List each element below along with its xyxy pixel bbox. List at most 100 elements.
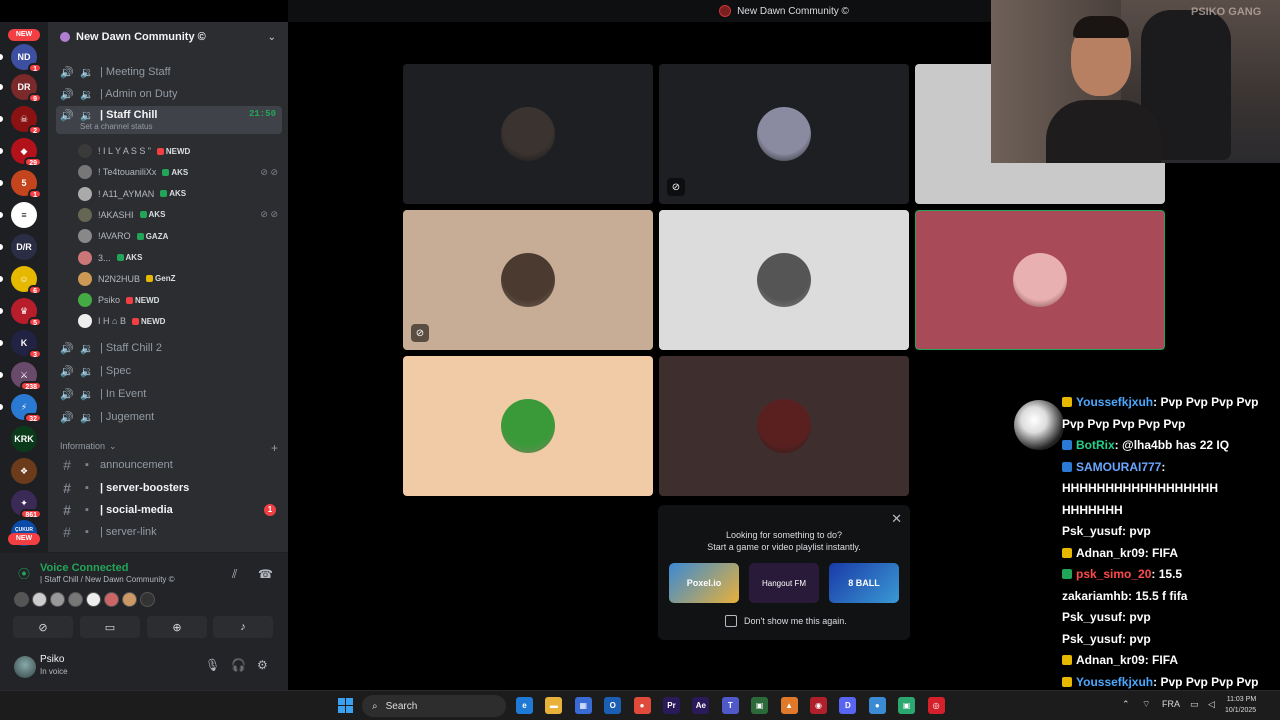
disconnect-icon[interactable]: ☎ bbox=[258, 567, 273, 581]
text-channel[interactable]: # ▪ announcement bbox=[56, 455, 282, 475]
taskbar-app-icon[interactable]: O bbox=[604, 697, 622, 714]
dont-show-checkbox[interactable] bbox=[725, 615, 737, 627]
headphones-icon[interactable]: 🎧 bbox=[231, 658, 246, 672]
voice-connected-title[interactable]: Voice Connected bbox=[40, 562, 128, 574]
server-icon-0[interactable]: ND 1 bbox=[11, 44, 42, 73]
server-header[interactable]: New Dawn Community © ⌄ bbox=[48, 22, 288, 52]
voice-channel-active[interactable]: 🔊 🔉 | Staff Chill 21:50 Set a channel status bbox=[56, 106, 282, 134]
server-icon-2[interactable]: ☠ 2 bbox=[11, 106, 42, 135]
user-name[interactable]: Psiko bbox=[40, 654, 64, 665]
taskbar-app-icon[interactable]: ◉ bbox=[810, 697, 827, 714]
avatar[interactable] bbox=[68, 592, 83, 607]
video-tile[interactable] bbox=[659, 356, 909, 496]
taskbar-app-icon[interactable]: ▦ bbox=[574, 697, 592, 714]
avatar[interactable] bbox=[86, 592, 101, 607]
server-icon-12[interactable]: KRK bbox=[11, 426, 37, 452]
server-icon-8[interactable]: ♛ 5 bbox=[11, 298, 42, 327]
server-icon-10[interactable]: ⚔ 238 bbox=[11, 362, 42, 391]
taskbar-app-icon[interactable]: T bbox=[721, 697, 739, 714]
server-icon-1[interactable]: DR 9 bbox=[11, 74, 42, 103]
chevron-down-icon[interactable]: ⌄ bbox=[268, 32, 276, 43]
server-icon-7[interactable]: ☺ 6 bbox=[11, 266, 42, 295]
taskbar-search[interactable]: ⌕ Search bbox=[362, 695, 506, 717]
video-tile[interactable] bbox=[403, 64, 653, 204]
voice-member[interactable]: !AVARO GAZA bbox=[78, 227, 278, 245]
voice-channel[interactable]: 🔊 🔉 | Spec bbox=[56, 361, 282, 381]
taskbar-app-icon[interactable]: e bbox=[516, 697, 533, 714]
gear-icon[interactable]: ⚙ bbox=[257, 658, 268, 672]
text-channel[interactable]: # ▪ | social-media 1 bbox=[56, 500, 282, 520]
voice-member[interactable]: ! I L Y A S S ” NEWD bbox=[78, 142, 278, 160]
voice-member[interactable]: 3... AKS bbox=[78, 249, 278, 267]
server-icon-9[interactable]: K3 bbox=[11, 330, 42, 359]
voice-channel[interactable]: 🔊 🔉 | Admin on Duty bbox=[56, 84, 282, 104]
activity-card-8ball[interactable]: 8 BALL bbox=[829, 563, 899, 603]
voice-channel[interactable]: 🔊 🔉 | In Event bbox=[56, 384, 282, 404]
camera-off-icon[interactable]: ⊘ bbox=[667, 178, 685, 196]
dont-show-label[interactable]: Don't show me this again. bbox=[744, 616, 847, 626]
voice-channel[interactable]: 🔊 🔉 | Staff Chill 2 bbox=[56, 338, 282, 358]
avatar[interactable] bbox=[140, 592, 155, 607]
taskbar-app-icon[interactable]: ▣ bbox=[898, 697, 916, 714]
video-tile[interactable]: ⊘ bbox=[659, 64, 909, 204]
taskbar-app-icon[interactable]: ▬ bbox=[545, 697, 563, 714]
taskbar-app-icon[interactable]: ▣ bbox=[751, 697, 769, 714]
avatar[interactable] bbox=[104, 592, 119, 607]
taskbar-clock[interactable]: 11:03 PM 10/1/2025 bbox=[1225, 694, 1256, 716]
video-tile[interactable] bbox=[403, 356, 653, 496]
close-icon[interactable]: ✕ bbox=[891, 511, 902, 527]
voice-member[interactable]: Psiko NEWD bbox=[78, 291, 278, 309]
volume-icon[interactable]: ◁ bbox=[1208, 699, 1215, 710]
avatar[interactable] bbox=[14, 656, 36, 678]
voice-channel[interactable]: 🔊 🔉 | Meeting Staff bbox=[56, 62, 282, 82]
channel-status[interactable]: Set a channel status bbox=[80, 122, 153, 131]
voice-member[interactable]: N2N2HUB GenZ bbox=[78, 270, 278, 288]
video-tile[interactable] bbox=[659, 210, 909, 350]
video-tile[interactable]: ⊘ bbox=[403, 210, 653, 350]
chevron-up-icon[interactable]: ⌃ bbox=[1122, 699, 1130, 710]
voice-member[interactable]: ! Te4touaniliXx AKS ⊘ ⊘ bbox=[78, 163, 278, 181]
server-icon-4[interactable]: 51 bbox=[11, 170, 42, 199]
taskbar-app-icon[interactable]: Ae bbox=[692, 697, 710, 714]
voice-member[interactable]: ! A11_AYMAN AKS bbox=[78, 185, 278, 203]
screen-share-button[interactable]: ▭ bbox=[80, 616, 140, 638]
network-icon[interactable]: ⌔ bbox=[1142, 699, 1150, 710]
avatar[interactable] bbox=[50, 592, 65, 607]
taskbar-app-icon[interactable]: Pr bbox=[663, 697, 680, 714]
taskbar-app-icon[interactable]: ◎ bbox=[927, 697, 945, 714]
camera-off-icon[interactable]: ⊘ bbox=[411, 324, 429, 342]
taskbar-app-icon[interactable]: D bbox=[839, 697, 857, 714]
soundboard-button[interactable]: ♪ bbox=[213, 616, 273, 638]
text-channel[interactable]: # ▪ | server-link bbox=[56, 522, 282, 542]
server-icon-13[interactable]: ❖ bbox=[11, 458, 37, 484]
add-channel-icon[interactable]: + bbox=[271, 441, 278, 455]
server-icon-14[interactable]: ✦ 861 bbox=[11, 490, 42, 519]
taskbar-app-icon[interactable]: ● bbox=[868, 697, 886, 714]
video-tile[interactable] bbox=[915, 210, 1165, 350]
activity-button[interactable]: ⊕ bbox=[147, 616, 207, 638]
avatar[interactable] bbox=[122, 592, 137, 607]
voice-channel[interactable]: 🔊 🔉 | Jugement bbox=[56, 407, 282, 427]
camera-button[interactable]: ⊘ bbox=[13, 616, 73, 638]
avatar[interactable] bbox=[14, 592, 29, 607]
server-icon-5[interactable]: ≡ bbox=[11, 202, 37, 228]
category-information[interactable]: Information ⌄ + bbox=[60, 441, 278, 455]
voice-connected-subtitle[interactable]: | Staff Chill / New Dawn Community © bbox=[40, 575, 175, 584]
taskbar-app-icon[interactable]: ▲ bbox=[780, 697, 798, 714]
activity-card-hangout[interactable]: Hangout FM bbox=[749, 563, 819, 603]
server-icon-3[interactable]: ◆ 29 bbox=[11, 138, 42, 167]
activity-card-poxel[interactable]: Poxel.io bbox=[669, 563, 739, 603]
signal-icon[interactable]: ⦿ bbox=[18, 565, 30, 582]
voice-member[interactable]: !AKASHI AKS ⊘ ⊘ bbox=[78, 206, 278, 224]
server-icon-11[interactable]: ⚡ 32 bbox=[11, 394, 42, 423]
language-indicator[interactable]: FRA bbox=[1162, 699, 1180, 709]
text-channel[interactable]: # ▪ | server-boosters bbox=[56, 478, 282, 498]
noise-suppression-icon[interactable]: ⫽ bbox=[232, 567, 237, 582]
display-icon[interactable]: ▭ bbox=[1190, 699, 1199, 710]
avatar[interactable] bbox=[32, 592, 47, 607]
start-button[interactable] bbox=[338, 698, 353, 713]
taskbar-app-icon[interactable]: ● bbox=[633, 697, 651, 714]
server-icon-6[interactable]: D/R bbox=[11, 234, 37, 260]
microphone-icon[interactable]: 🎙 bbox=[205, 658, 220, 672]
voice-member[interactable]: I H ⌂ B NEWD bbox=[78, 312, 278, 330]
